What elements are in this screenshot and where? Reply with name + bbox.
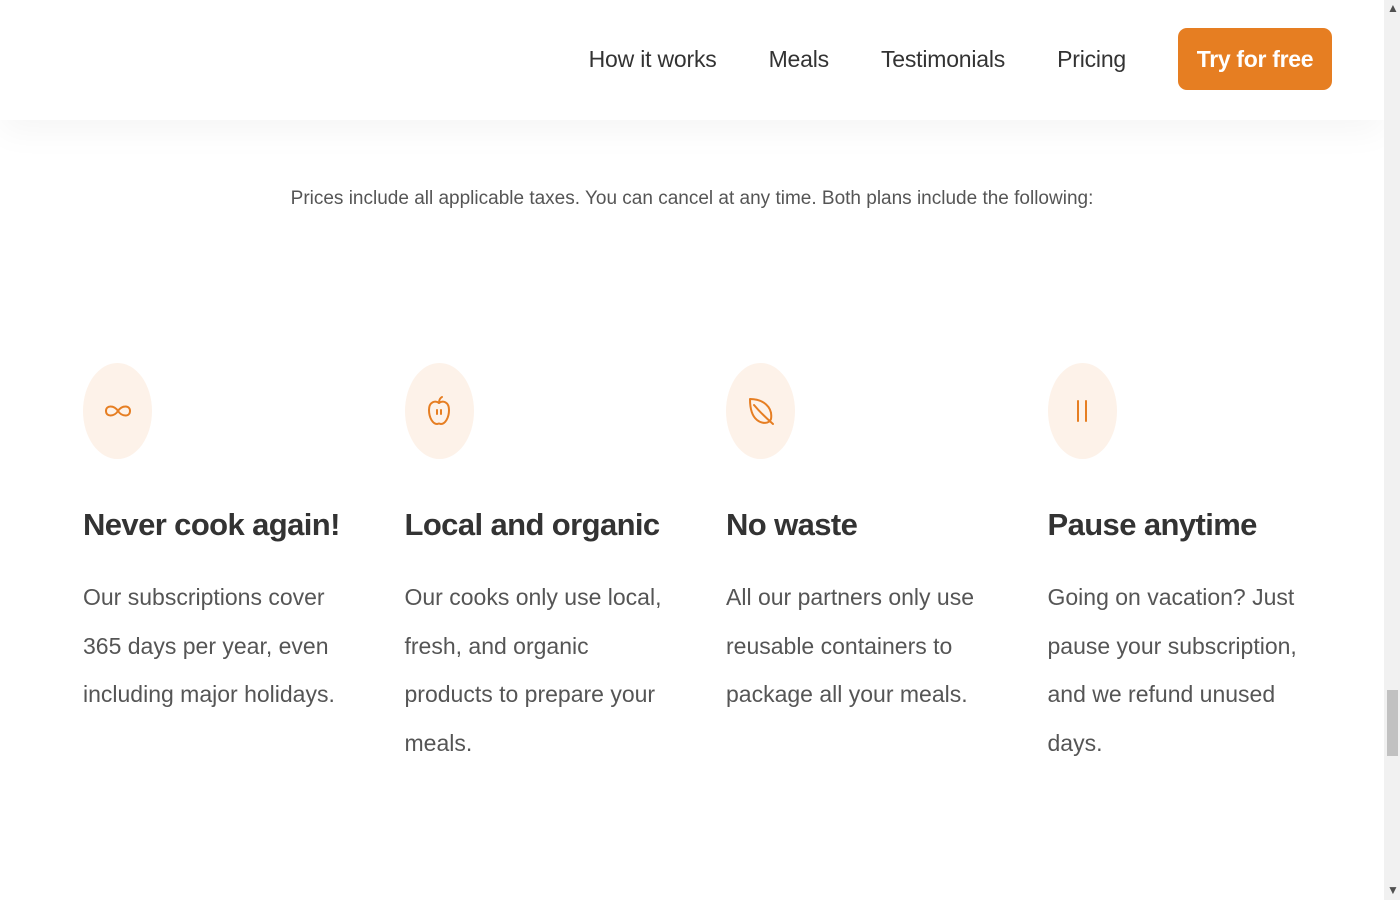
feature-text: Going on vacation? Just pause your subsc… [1047, 584, 1297, 756]
scroll-down-icon[interactable]: ▼ [1387, 884, 1399, 896]
sticky-header: How it works Meals Testimonials Pricing … [0, 0, 1384, 120]
try-for-free-button[interactable]: Try for free [1178, 28, 1332, 90]
scrollbar-thumb[interactable] [1387, 690, 1398, 756]
vertical-scrollbar[interactable]: ▲ ▼ [1384, 0, 1400, 900]
feature-icon-wrapper [726, 363, 795, 459]
feature-icon-wrapper [83, 363, 152, 459]
feature-title: Local and organic [404, 507, 661, 542]
scroll-up-icon[interactable]: ▲ [1387, 2, 1399, 14]
feature-text: Our subscriptions cover 365 days per yea… [83, 584, 335, 707]
feature-icon-wrapper [1047, 363, 1117, 459]
feature-icon-wrapper [404, 363, 474, 459]
feature-never-cook: Never cook again! Our subscriptions cove… [83, 363, 405, 767]
pricing-note: Prices include all applicable taxes. You… [290, 188, 1094, 209]
feature-no-waste: No waste All our partners only use reusa… [726, 363, 1048, 767]
main-nav: How it works Meals Testimonials Pricing … [589, 28, 1332, 90]
pause-icon [1077, 400, 1087, 422]
feature-text: All our partners only use reusable conta… [726, 584, 975, 707]
leaf-icon [748, 398, 774, 425]
feature-title: No waste [726, 507, 858, 542]
apple-icon [428, 396, 450, 425]
infinity-icon [104, 405, 131, 417]
feature-title: Never cook again! [83, 507, 340, 542]
nav-link-testimonials[interactable]: Testimonials [881, 46, 1005, 73]
nav-link-how-it-works[interactable]: How it works [589, 46, 717, 73]
nav-link-meals[interactable]: Meals [769, 46, 830, 73]
features-grid: Never cook again! Our subscriptions cove… [83, 363, 1369, 767]
feature-local-organic: Local and organic Our cooks only use loc… [404, 363, 727, 767]
feature-pause-anytime: Pause anytime Going on vacation? Just pa… [1047, 363, 1370, 767]
nav-link-pricing[interactable]: Pricing [1057, 46, 1126, 73]
feature-title: Pause anytime [1047, 507, 1258, 542]
feature-text: Our cooks only use local, fresh, and org… [404, 584, 662, 756]
